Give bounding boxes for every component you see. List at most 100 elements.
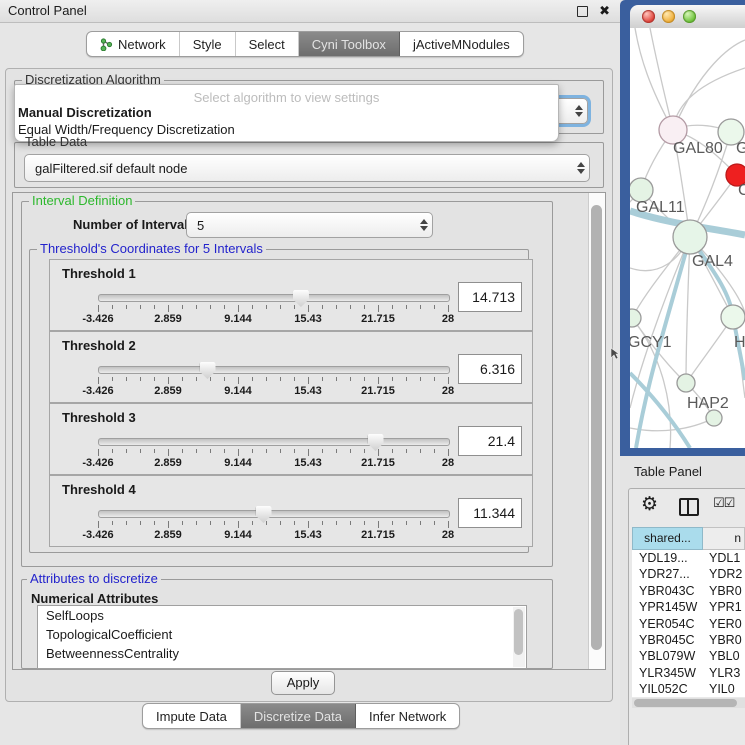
slider-tick-labels: -3.4262.8599.14415.4321.71528: [98, 313, 448, 325]
threshold-label: Threshold 3: [62, 410, 136, 425]
node-gcy1[interactable]: [630, 309, 641, 327]
close-traffic-light-icon[interactable]: [642, 10, 655, 23]
combo-stepper-icon: [416, 213, 432, 237]
table-row[interactable]: YER054CYER0: [632, 616, 745, 632]
slider-tick-labels: -3.4262.8599.14415.4321.71528: [98, 457, 448, 469]
attribute-list-item[interactable]: BetweennessCentrality: [38, 644, 526, 663]
table-panel: ⚙ ☑☑ shared... n YDL19...YDL1YDR27...YDR…: [628, 488, 745, 745]
table-panel-title: Table Panel: [634, 464, 702, 479]
cell-name: YPR1: [709, 599, 745, 615]
num-intervals-combo[interactable]: 5: [186, 212, 433, 238]
threshold-slider[interactable]: [98, 438, 450, 446]
network-window-titlebar[interactable]: [630, 5, 745, 29]
table-data-value: galFiltered.sif default node: [25, 161, 573, 176]
table-panel-section: Table Panel ⚙ ☑☑ shared... n YDL19...YDL…: [620, 456, 745, 745]
threshold-value-field[interactable]: 21.4: [458, 426, 522, 456]
node-label-h: H: [734, 334, 745, 351]
tab-jactivemnodules[interactable]: jActiveMNodules: [400, 32, 523, 56]
cell-shared-name: YBL079W: [632, 648, 709, 664]
table-row[interactable]: YDL19...YDL1: [632, 550, 745, 566]
node-hap2[interactable]: [677, 374, 695, 392]
node-label-gal80: GAL80: [673, 140, 723, 157]
tab-select[interactable]: Select: [236, 32, 299, 56]
cell-name: YBR0: [709, 583, 745, 599]
tab-style[interactable]: Style: [180, 32, 236, 56]
panel-title: Control Panel: [8, 0, 87, 22]
node-label-partial-c: C: [738, 182, 745, 199]
attribute-list-item[interactable]: TopologicalCoefficient: [38, 625, 526, 644]
scrollbar-thumb[interactable]: [514, 609, 523, 655]
combo-stepper-icon: [573, 155, 589, 181]
node-label-gal4: GAL4: [692, 253, 733, 270]
threshold-panel-2: Threshold 2-3.4262.8599.14415.4321.71528…: [49, 331, 533, 403]
threshold-panel-1: Threshold 1 -3.4262.8599.14415.4321.71528…: [49, 259, 533, 331]
node-gal4[interactable]: [673, 220, 707, 254]
apply-button[interactable]: Apply: [271, 671, 335, 695]
thresholds-group-title: Threshold's Coordinates for 5 Intervals: [37, 242, 266, 256]
settings-vertical-scrollbar[interactable]: [588, 193, 605, 669]
table-row[interactable]: YBR043CYBR0: [632, 583, 745, 599]
network-view-canvas[interactable]: GAL80 GA GAL11 C GAL4 GCY1 H HAP2: [630, 28, 745, 448]
threshold-value-field[interactable]: 11.344: [458, 498, 522, 528]
scrollbar-thumb[interactable]: [591, 205, 602, 650]
table-row[interactable]: YBR045CYBR0: [632, 632, 745, 648]
table-row[interactable]: YBL079WYBL0: [632, 648, 745, 664]
float-window-icon[interactable]: [577, 6, 588, 17]
mouse-cursor: [610, 347, 620, 361]
cell-name: YLR3: [709, 665, 745, 681]
tab-impute-data[interactable]: Impute Data: [143, 704, 241, 728]
cell-shared-name: YER054C: [632, 616, 709, 632]
tab-cyni-toolbox[interactable]: Cyni Toolbox: [299, 32, 400, 56]
control-panel-titlebar: Control Panel ✖: [0, 0, 620, 23]
cell-shared-name: YDR27...: [632, 566, 709, 582]
threshold-value-field[interactable]: 14.713: [458, 282, 522, 312]
cell-shared-name: YDL19...: [632, 550, 709, 566]
threshold-panel-4: Threshold 4-3.4262.8599.14415.4321.71528…: [49, 475, 533, 547]
scrollbar-thumb[interactable]: [634, 699, 737, 707]
list-vertical-scrollbar[interactable]: [513, 607, 525, 667]
table-row[interactable]: YPR145WYPR1: [632, 599, 745, 615]
table-header-row: shared... n: [632, 527, 745, 550]
columns-icon[interactable]: [679, 498, 699, 516]
table-horizontal-scrollbar[interactable]: [632, 698, 745, 708]
minimize-traffic-light-icon[interactable]: [662, 10, 675, 23]
cell-name: YBL0: [709, 648, 745, 664]
table-row[interactable]: YLR345WYLR3: [632, 665, 745, 681]
close-icon[interactable]: ✖: [599, 0, 610, 22]
table-body: YDL19...YDL1YDR27...YDR2YBR043CYBR0YPR14…: [632, 550, 745, 697]
bottom-tab-bar: Impute DataDiscretize DataInfer Network: [142, 703, 460, 729]
table-data-combo[interactable]: galFiltered.sif default node: [24, 154, 590, 182]
attributes-listbox[interactable]: SelfLoopsTopologicalCoefficientBetweenne…: [37, 605, 527, 669]
dropdown-option-manual[interactable]: Manual Discretization: [18, 105, 152, 120]
cell-name: YER0: [709, 616, 745, 632]
tab-discretize-data[interactable]: Discretize Data: [241, 704, 356, 728]
cell-shared-name: YPR145W: [632, 599, 709, 615]
node-h[interactable]: [721, 305, 745, 329]
top-tab-bar: NetworkStyleSelectCyni ToolboxjActiveMNo…: [86, 31, 524, 57]
threshold-label: Threshold 1: [62, 266, 136, 281]
slider-ticks: [98, 304, 448, 312]
cell-shared-name: YLR345W: [632, 665, 709, 681]
threshold-panel-3: Threshold 3 -3.4262.8599.14415.4321.71528…: [49, 403, 533, 475]
table-row[interactable]: YDR27...YDR2: [632, 566, 745, 582]
gear-icon[interactable]: ⚙: [641, 493, 658, 515]
column-header-shared[interactable]: shared...: [632, 527, 703, 550]
threshold-slider[interactable]: [98, 510, 450, 518]
numerical-attributes-heading: Numerical Attributes: [31, 591, 158, 606]
column-header-name[interactable]: n: [703, 527, 745, 550]
cell-shared-name: YBR043C: [632, 583, 709, 599]
zoom-traffic-light-icon[interactable]: [683, 10, 696, 23]
attribute-list-item[interactable]: SelfLoops: [38, 606, 526, 625]
threshold-slider[interactable]: [98, 366, 450, 374]
network-icon: [100, 38, 113, 51]
algorithm-dropdown-popup: Select algorithm to view settings Manual…: [14, 84, 559, 142]
tab-network[interactable]: Network: [87, 32, 180, 56]
threshold-value-field[interactable]: 6.316: [458, 354, 522, 384]
checkboxes-icon[interactable]: ☑☑: [713, 496, 734, 511]
cell-name: YDR2: [709, 566, 745, 582]
tab-infer-network[interactable]: Infer Network: [356, 704, 459, 728]
table-row[interactable]: YIL052CYIL0: [632, 681, 745, 697]
threshold-slider[interactable]: [98, 294, 450, 302]
node-bottom[interactable]: [706, 410, 722, 426]
threshold-label: Threshold 2: [62, 338, 136, 353]
